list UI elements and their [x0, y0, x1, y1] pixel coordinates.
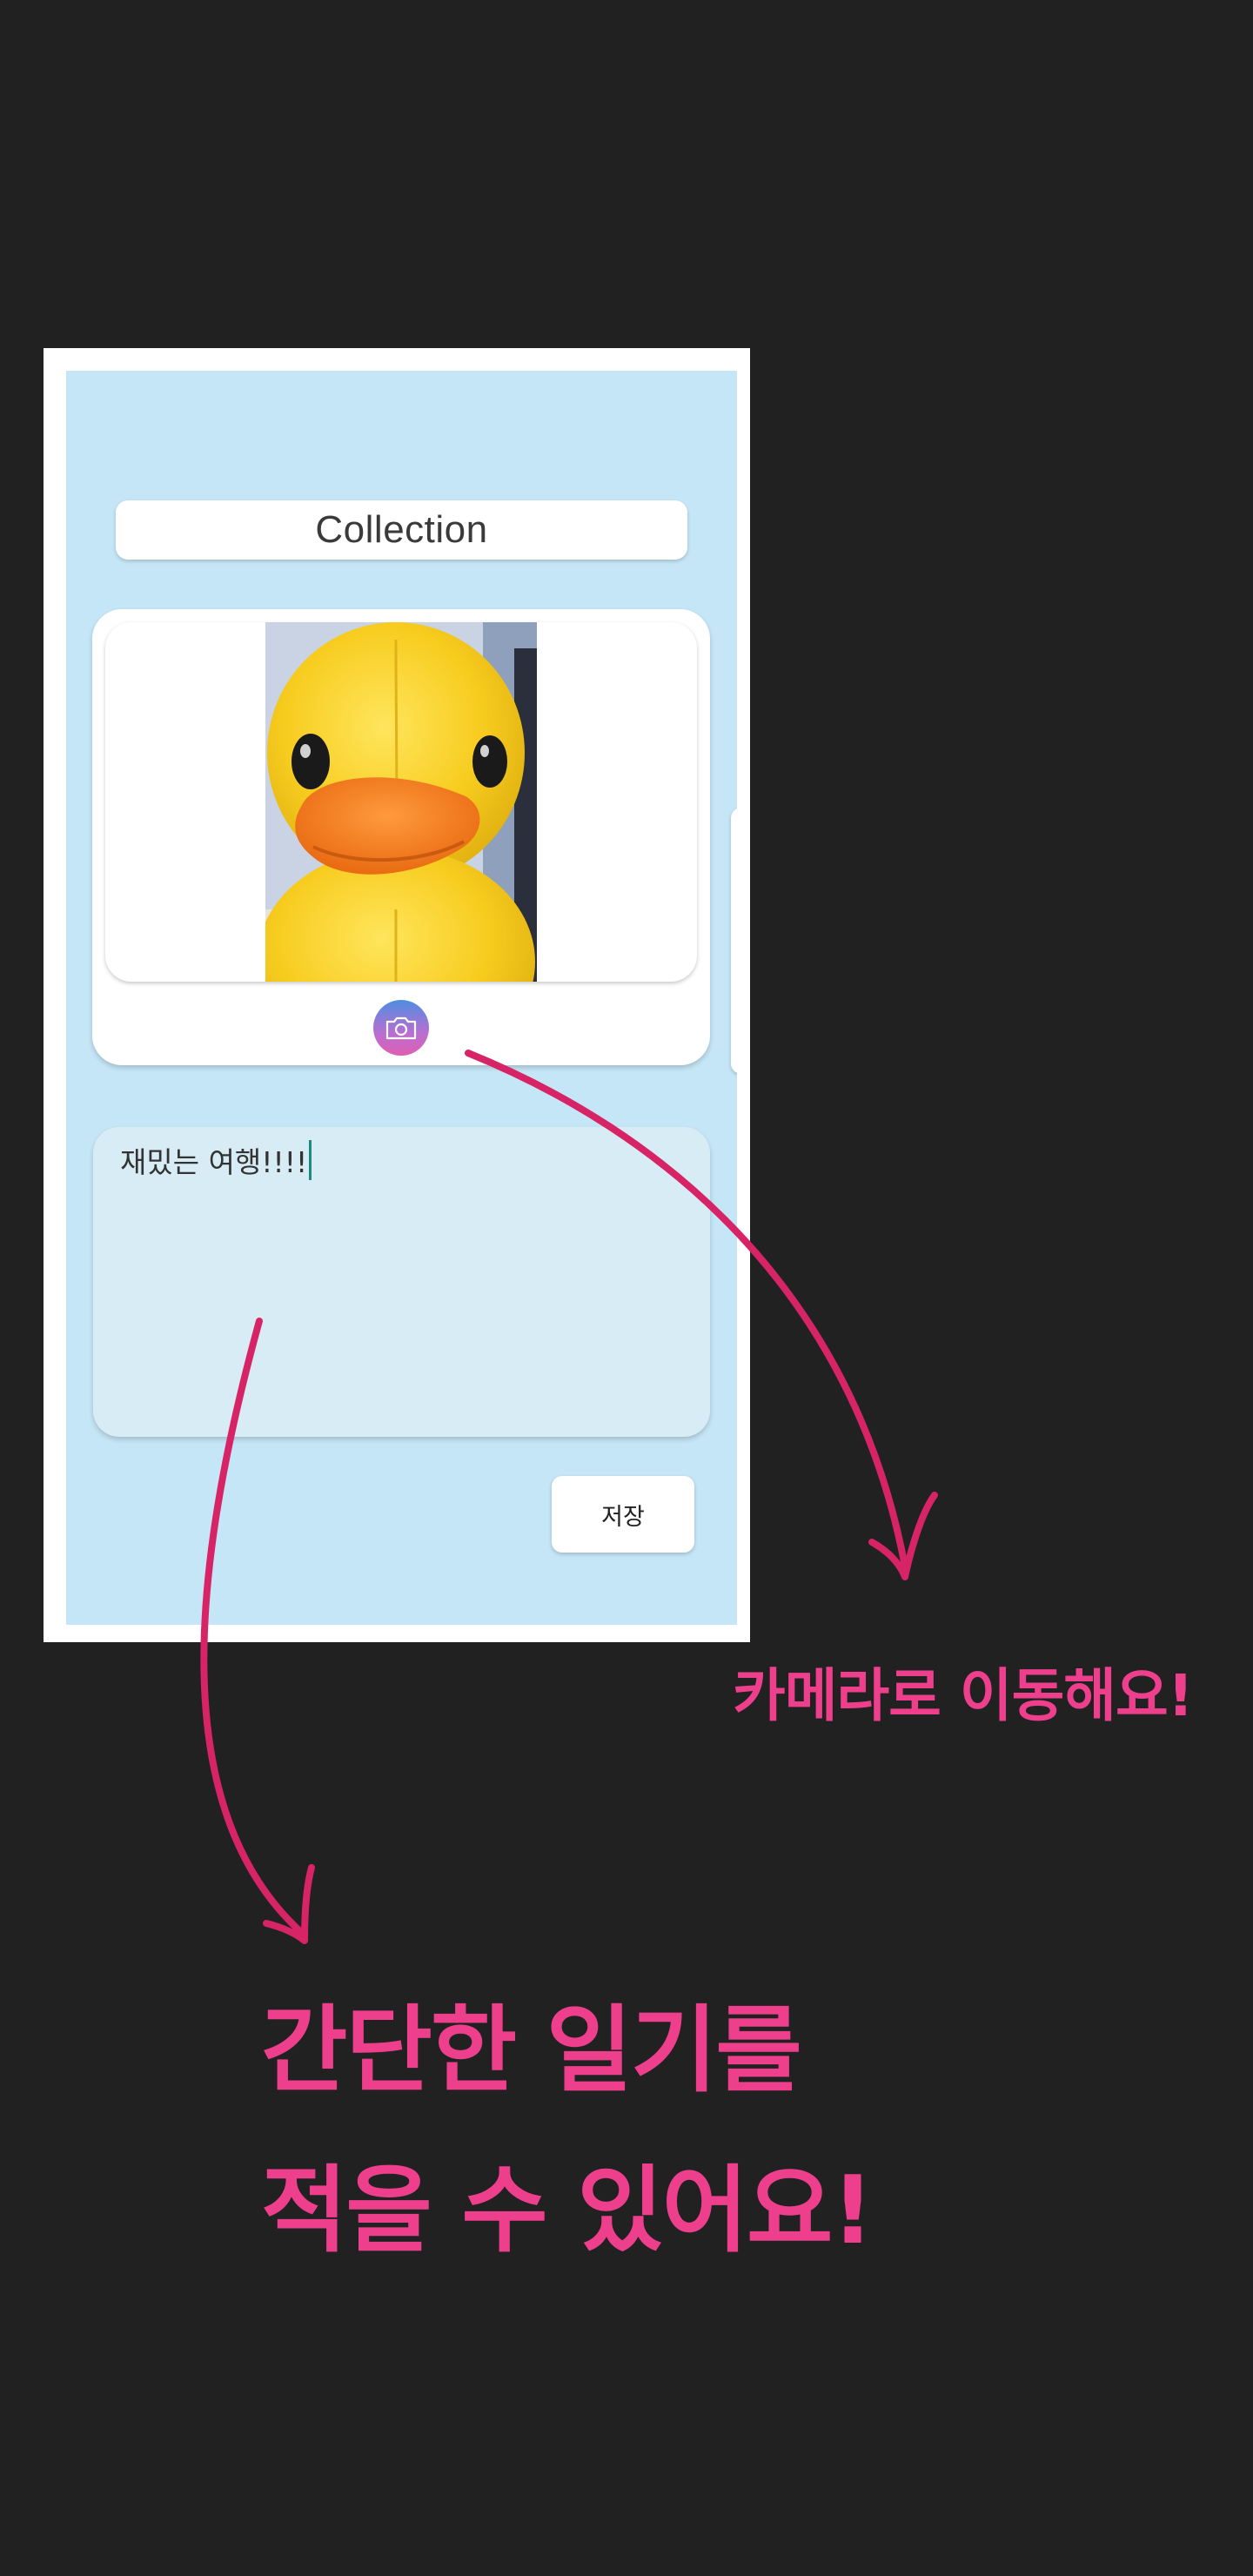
diary-callout-line-2: 적을 수 있어요!	[261, 2157, 874, 2265]
memo-arrow	[200, 1318, 306, 1937]
diary-callout: 간단한 일기를 적을 수 있어요!	[261, 1971, 874, 2291]
camera-callout: 카메라로 이동해요!	[733, 1662, 1194, 1729]
diary-callout-line-1: 간단한 일기를	[261, 1996, 802, 2105]
promo-stage: Collection 재밌는 여행!!!! 저장 카메라로 이동해요! 간단한 …	[0, 0, 1253, 2576]
camera-arrow	[465, 1050, 908, 1570]
